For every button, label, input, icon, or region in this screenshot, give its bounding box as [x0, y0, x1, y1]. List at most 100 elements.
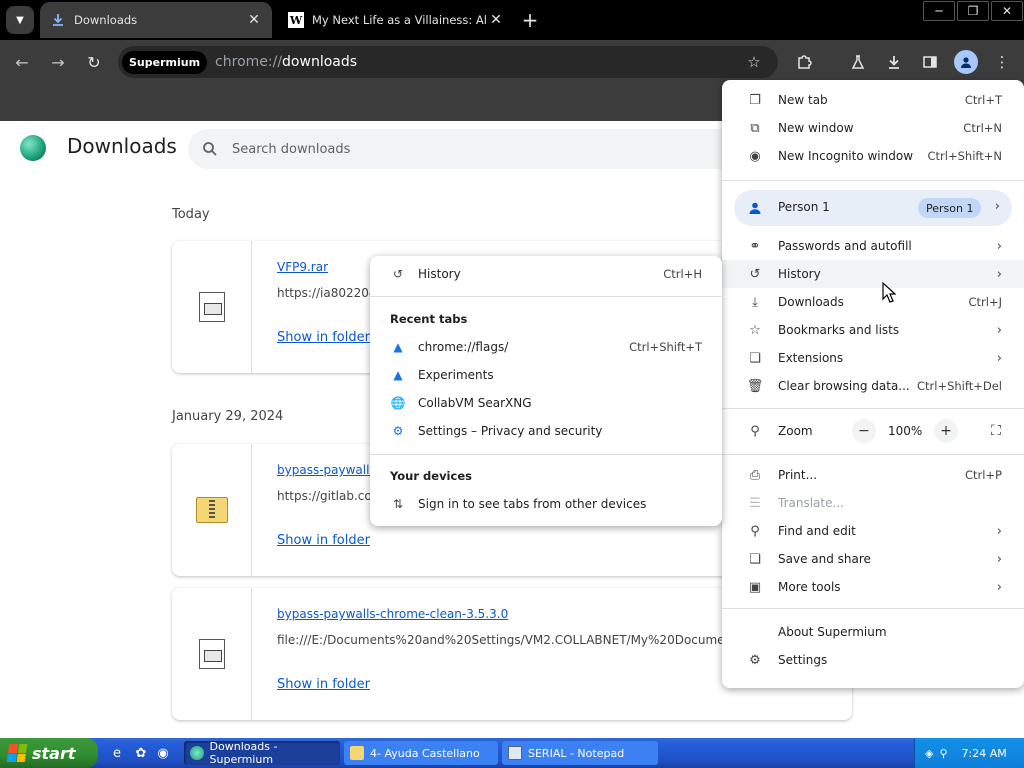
network-icon[interactable]: ◈	[925, 747, 933, 760]
menu-item-extensions[interactable]: ❏ Extensions ›	[722, 344, 1024, 372]
window-controls: ─ ❐ ✕	[922, 0, 1024, 22]
flask-icon: ▲	[393, 340, 403, 354]
download-icon[interactable]	[882, 50, 906, 74]
app-menu: ❐ New tab Ctrl+T ⧉ New window Ctrl+N ◉ N…	[722, 80, 1024, 688]
new-tab-button[interactable]: +	[518, 8, 542, 32]
quicklaunch-icon[interactable]: ✿	[132, 744, 150, 762]
close-window-button[interactable]: ✕	[991, 1, 1023, 21]
menu-label: Passwords and autofill	[778, 239, 912, 253]
history-submenu: ↺ History Ctrl+H Recent tabs ▲ chrome://…	[370, 256, 722, 526]
sign-in-devices-item[interactable]: ⇅ Sign in to see tabs from other devices	[370, 490, 722, 518]
taskbar-item-ayuda[interactable]: 4- Ayuda Castellano	[344, 741, 498, 765]
globe-icon: 🌐	[390, 396, 406, 410]
extensions-icon[interactable]	[792, 50, 816, 74]
star-icon[interactable]: ☆	[742, 50, 766, 74]
menu-separator	[722, 454, 1024, 455]
submenu-label: Settings – Privacy and security	[418, 424, 603, 438]
menu-item-downloads[interactable]: ⤓ Downloads Ctrl+J	[722, 288, 1024, 316]
menu-item-person[interactable]: Person 1 Person 1 ›	[734, 190, 1012, 226]
menu-shortcut: Ctrl+Shift+N	[927, 149, 1002, 163]
fullscreen-icon[interactable]: ⛶	[984, 419, 1008, 443]
date-label: January 29, 2024	[172, 409, 284, 424]
start-button[interactable]: start	[0, 738, 98, 768]
zoom-value: 100%	[888, 424, 923, 438]
recent-tab-item[interactable]: ▲ Experiments	[370, 361, 722, 389]
menu-item-settings[interactable]: ⚙ Settings	[722, 646, 1024, 674]
menu-item-new-incognito[interactable]: ◉ New Incognito window Ctrl+Shift+N	[722, 142, 1024, 170]
back-button[interactable]: ←	[10, 50, 34, 74]
menu-item-more-tools[interactable]: ▣ More tools ›	[722, 573, 1024, 601]
file-icon-col	[172, 588, 252, 720]
menu-item-find[interactable]: ⚲ Find and edit ›	[722, 517, 1024, 545]
side-panel-icon[interactable]	[918, 50, 942, 74]
url-text: chrome://downloads	[215, 54, 358, 70]
taskbar-label: SERIAL - Notepad	[528, 746, 625, 760]
search-icon[interactable]: ⚲	[939, 747, 947, 760]
menu-item-clear-data[interactable]: 🗑 Clear browsing data... Ctrl+Shift+Del	[722, 372, 1024, 400]
menu-label: About Supermium	[778, 625, 887, 639]
menu-shortcut: Ctrl+N	[963, 121, 1002, 135]
tab-villainess[interactable]: W My Next Life as a Villainess: All Rou …	[280, 2, 512, 38]
close-icon[interactable]: ✕	[246, 12, 262, 28]
submenu-item-history[interactable]: ↺ History Ctrl+H	[370, 260, 722, 288]
menu-label: Extensions	[778, 351, 844, 365]
search-icon	[200, 139, 220, 159]
show-in-folder-link[interactable]: Show in folder	[277, 330, 370, 345]
recent-tab-item[interactable]: 🌐 CollabVM SearXNG	[370, 389, 722, 417]
incognito-icon: ◉	[749, 148, 761, 164]
close-icon[interactable]: ✕	[488, 12, 504, 28]
flask-icon[interactable]	[846, 50, 870, 74]
profile-avatar[interactable]	[954, 50, 978, 74]
menu-label: Translate...	[778, 496, 844, 510]
taskbar-item-downloads[interactable]: Downloads - Supermium	[184, 740, 340, 766]
ie-icon[interactable]: e	[108, 744, 126, 762]
menu-item-passwords[interactable]: ⚭ Passwords and autofill ›	[722, 232, 1024, 260]
show-in-folder-link[interactable]: Show in folder	[277, 533, 370, 548]
restore-button[interactable]: ❐	[957, 1, 989, 21]
recent-tab-item[interactable]: ▲ chrome://flags/ Ctrl+Shift+T	[370, 333, 722, 361]
menu-label: Downloads	[778, 295, 844, 309]
translate-icon: ☰	[749, 495, 761, 511]
new-window-icon: ⧉	[750, 120, 760, 136]
submenu-label: History	[418, 267, 461, 281]
menu-item-save-share[interactable]: ❏ Save and share ›	[722, 545, 1024, 573]
menu-separator	[722, 408, 1024, 409]
kebab-menu-icon[interactable]: ⋮	[990, 50, 1014, 74]
menu-item-translate[interactable]: ☰ Translate...	[722, 489, 1024, 517]
download-filename-link[interactable]: bypass-paywalls-chrome-clean-3.5.3.0	[277, 607, 508, 621]
menu-item-new-window[interactable]: ⧉ New window Ctrl+N	[722, 114, 1024, 142]
windows-logo-icon	[6, 744, 28, 762]
taskbar-label: Downloads - Supermium	[209, 740, 278, 766]
menu-label: Find and edit	[778, 524, 856, 538]
show-in-folder-link[interactable]: Show in folder	[277, 677, 370, 692]
tab-downloads[interactable]: Downloads ✕	[40, 2, 272, 38]
menu-label: History	[778, 267, 821, 281]
download-filename-link[interactable]: bypass-paywalls	[277, 463, 376, 477]
chevron-right-icon: ›	[996, 350, 1002, 366]
menu-item-history[interactable]: ↺ History ›	[722, 260, 1024, 288]
tab-search-button[interactable]: ▼	[6, 6, 34, 34]
menu-item-bookmarks[interactable]: ☆ Bookmarks and lists ›	[722, 316, 1024, 344]
zoom-in-button[interactable]: +	[934, 419, 958, 443]
flask-icon: ▲	[393, 368, 403, 382]
person-icon	[747, 200, 763, 216]
menu-shortcut: Ctrl+J	[968, 295, 1003, 309]
forward-button[interactable]: →	[46, 50, 70, 74]
recent-tab-item[interactable]: ⚙ Settings – Privacy and security	[370, 417, 722, 445]
menu-item-zoom: ⚲ Zoom − 100% + ⛶	[722, 417, 1024, 445]
media-icon[interactable]: ◉	[154, 744, 172, 762]
minimize-button[interactable]: ─	[923, 1, 955, 21]
reload-button[interactable]: ↻	[82, 50, 106, 74]
menu-label: New tab	[778, 93, 828, 107]
chevron-right-icon: ›	[996, 579, 1002, 595]
menu-item-about[interactable]: About Supermium	[722, 618, 1024, 646]
menu-item-print[interactable]: ⎙ Print... Ctrl+P	[722, 461, 1024, 489]
zoom-out-button[interactable]: −	[852, 419, 876, 443]
menu-item-new-tab[interactable]: ❐ New tab Ctrl+T	[722, 86, 1024, 114]
taskbar-item-notepad[interactable]: SERIAL - Notepad	[502, 741, 658, 765]
search-input[interactable]	[232, 141, 632, 157]
download-filename-link[interactable]: VFP9.rar	[277, 260, 328, 274]
submenu-label: chrome://flags/	[418, 340, 509, 354]
search-box[interactable]	[188, 129, 748, 169]
address-bar[interactable]: Supermium chrome://downloads	[118, 46, 778, 78]
